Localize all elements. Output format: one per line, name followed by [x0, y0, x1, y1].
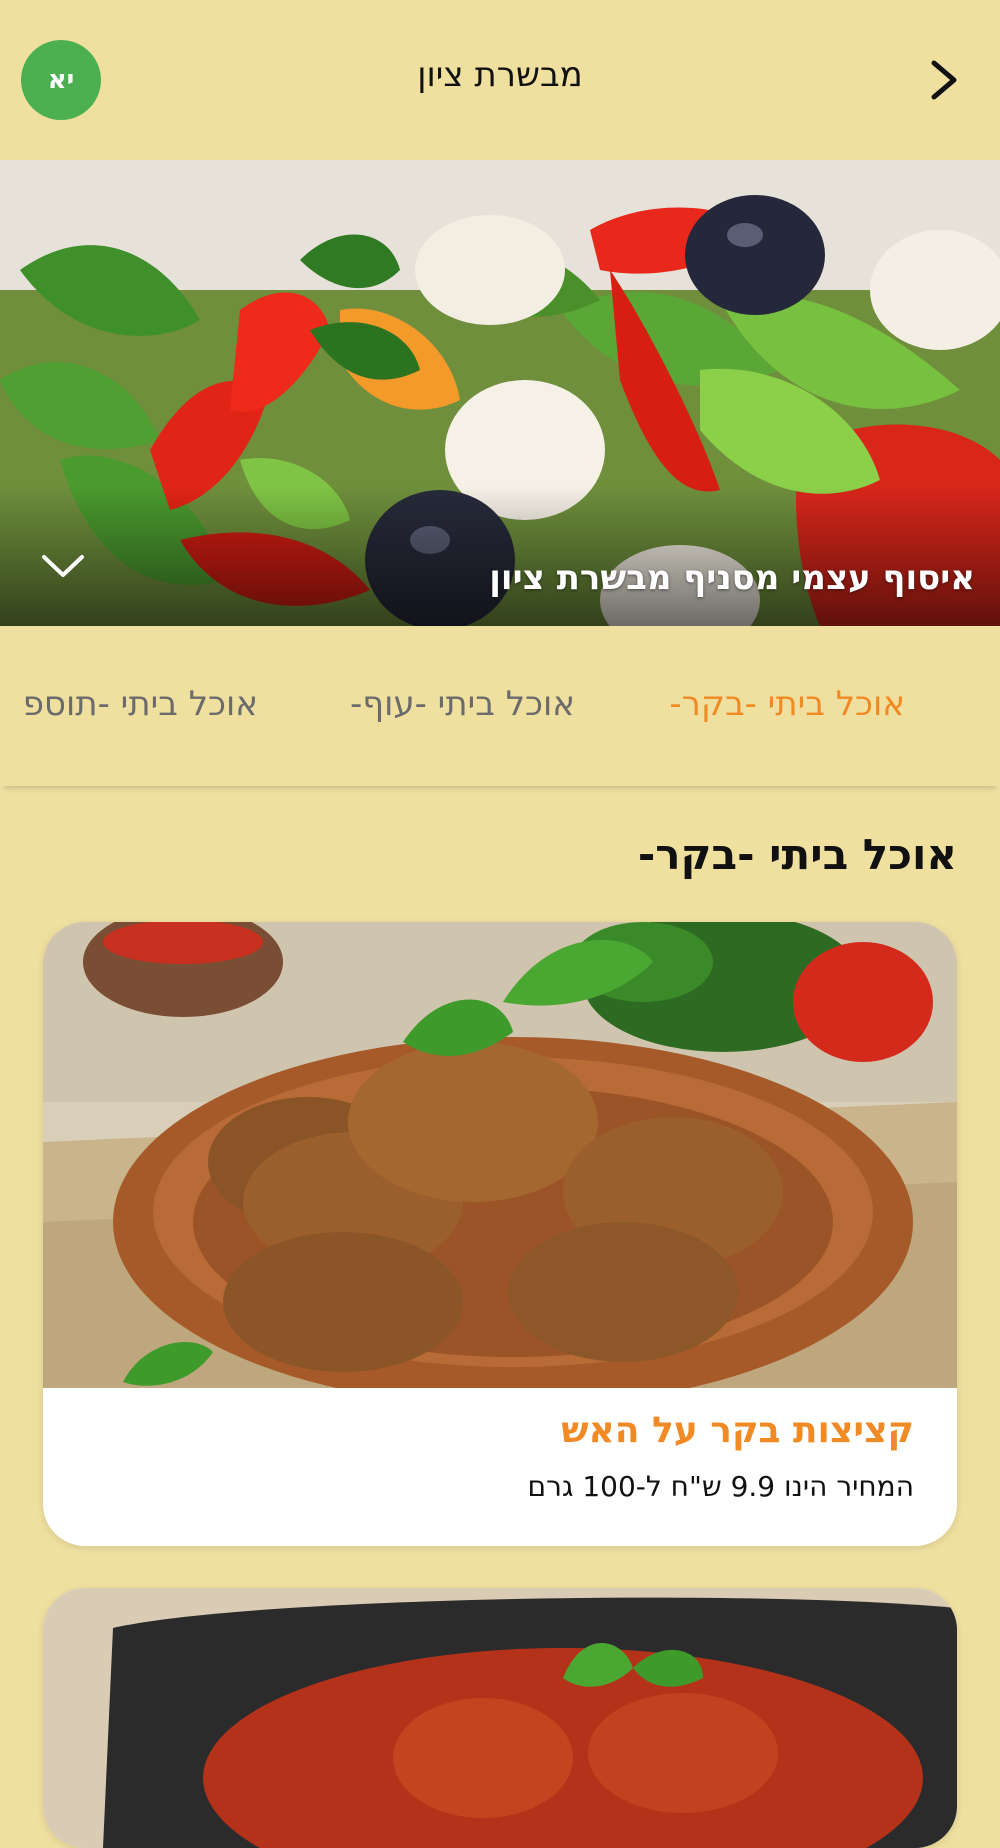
product-title: קציצות בקר על האש	[561, 1410, 914, 1451]
product-image	[43, 922, 957, 1388]
expand-button[interactable]	[40, 551, 86, 581]
hero-banner: איסוף עצמי מסניף מבשרת ציון	[0, 160, 1000, 626]
category-tabs: אוכל ביתי -בקר- אוכל ביתי -עוף- אוכל בית…	[0, 626, 1000, 786]
product-card[interactable]	[43, 1588, 957, 1848]
chevron-down-icon	[42, 555, 84, 577]
page-title: מבשרת ציון	[417, 55, 583, 95]
hero-caption: איסוף עצמי מסניף מבשרת ציון	[489, 558, 975, 598]
chevron-right-icon	[931, 60, 957, 100]
tab-category-sides[interactable]: אוכל ביתי -תוספ	[23, 684, 258, 724]
back-button[interactable]	[924, 55, 964, 105]
tab-category-beef[interactable]: אוכל ביתי -בקר-	[669, 684, 905, 724]
product-image	[43, 1588, 957, 1848]
tab-category-chicken[interactable]: אוכל ביתי -עוף-	[350, 684, 575, 724]
section-title: אוכל ביתי -בקר-	[637, 830, 957, 879]
hero-gradient	[0, 486, 1000, 626]
product-price: המחיר הינו 9.9 ש"ח ל-100 גרם	[527, 1470, 914, 1503]
app-header: יא מבשרת ציון	[0, 0, 1000, 160]
product-card[interactable]: קציצות בקר על האש המחיר הינו 9.9 ש"ח ל-1…	[43, 922, 957, 1546]
